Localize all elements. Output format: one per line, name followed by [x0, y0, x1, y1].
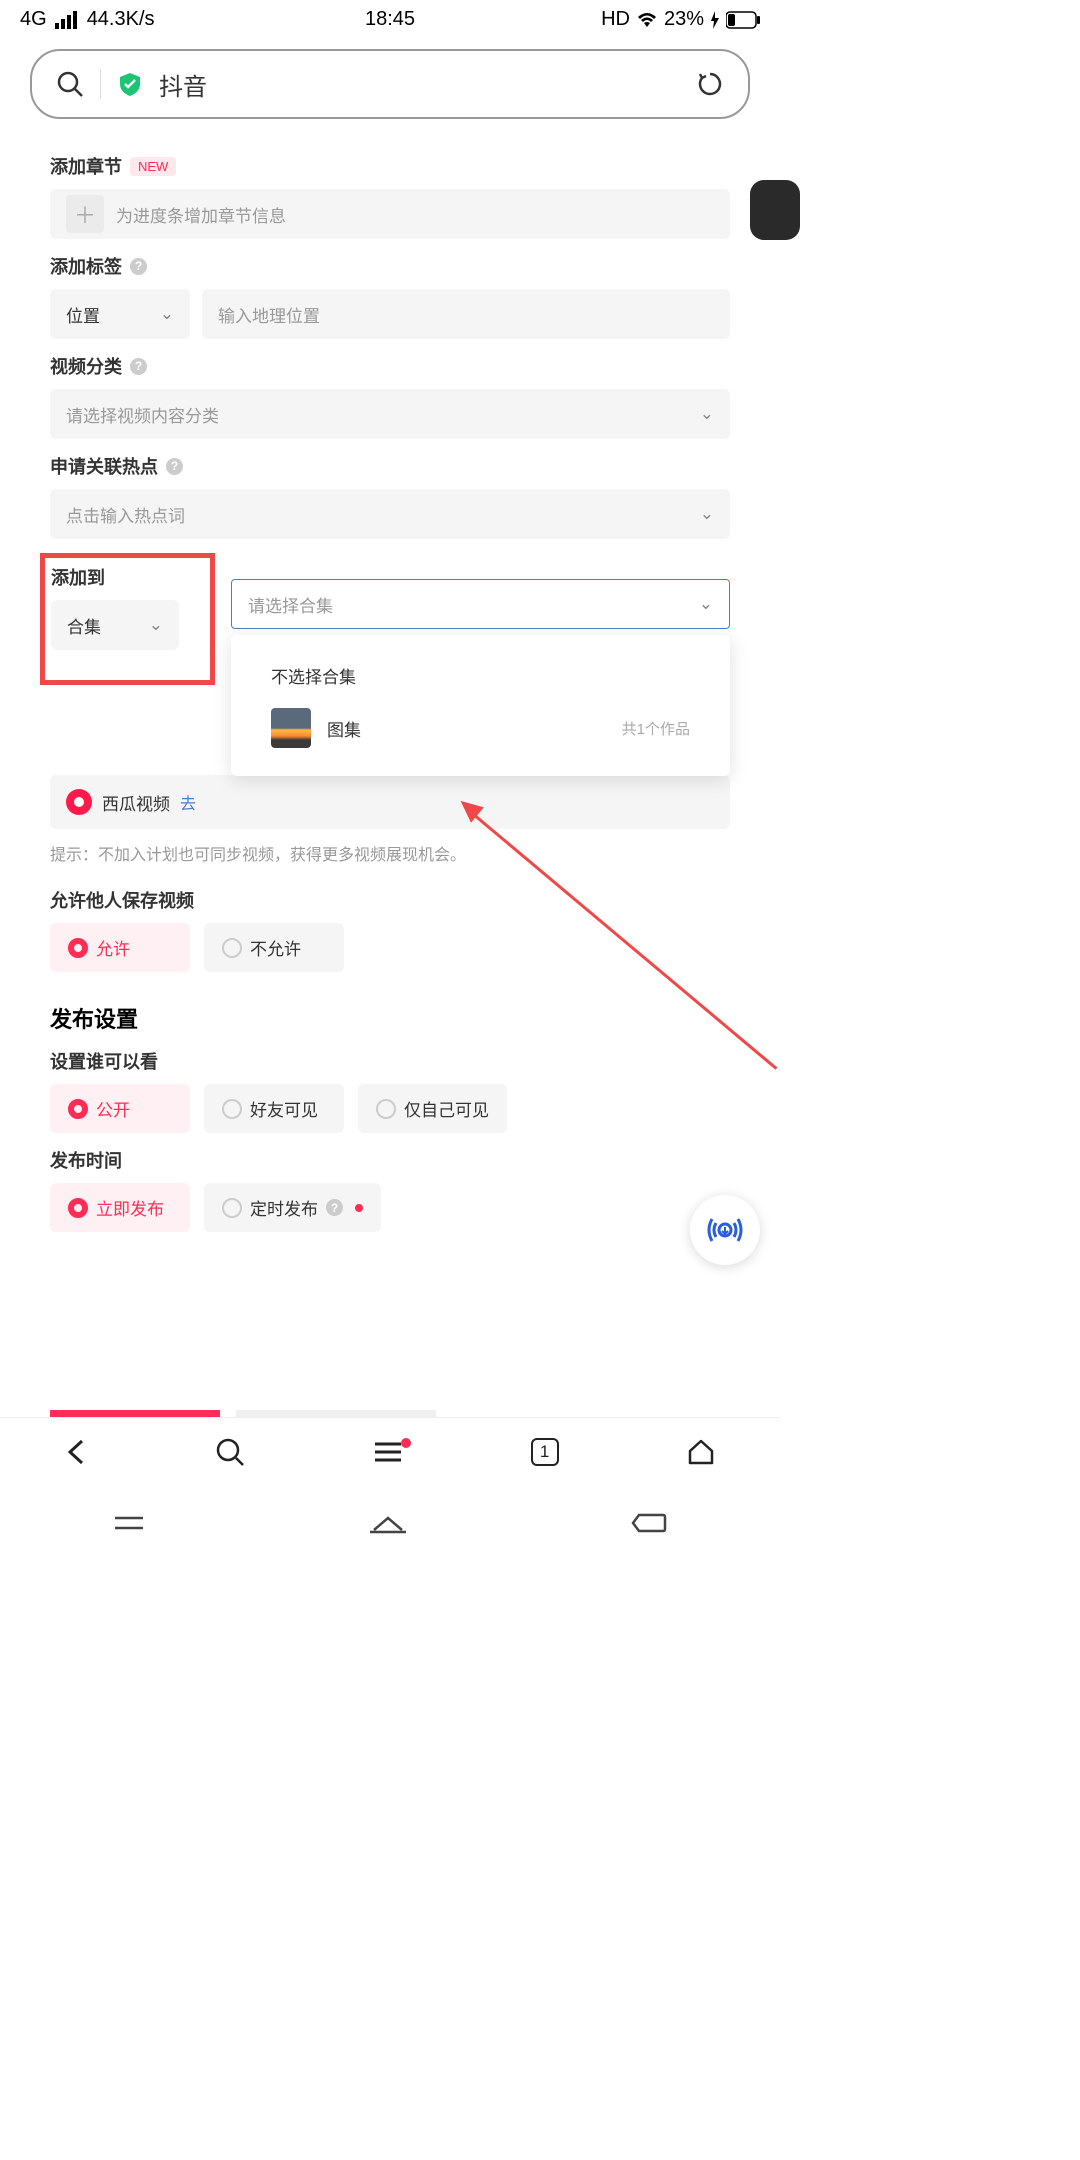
sync-box[interactable]: 西瓜视频 去	[50, 775, 730, 829]
xigua-icon	[66, 789, 92, 815]
option-none[interactable]: 不选择合集	[231, 653, 730, 698]
search-text: 抖音	[159, 67, 680, 102]
help-icon[interactable]: ?	[166, 458, 183, 475]
dot-indicator	[355, 1204, 363, 1212]
collection-select[interactable]: 请选择合集 ⌄	[231, 579, 730, 629]
location-input[interactable]: 输入地理位置	[202, 289, 730, 339]
category-select[interactable]: 请选择视频内容分类 ⌄	[50, 389, 730, 439]
back-button[interactable]	[64, 1437, 88, 1467]
refresh-icon[interactable]	[696, 70, 724, 98]
float-button[interactable]	[690, 1195, 760, 1265]
network-label: 4G	[20, 8, 47, 31]
chevron-down-icon: ⌄	[700, 504, 714, 524]
album-thumbnail	[271, 708, 311, 748]
category-label: 视频分类 ?	[50, 353, 730, 379]
chevron-down-icon: ⌄	[160, 304, 174, 324]
album-count: 共1个作品	[622, 718, 690, 739]
chevron-down-icon: ⌄	[700, 404, 714, 424]
save-label: 允许他人保存视频	[50, 887, 730, 913]
save-deny[interactable]: 不允许	[204, 923, 344, 972]
lightning-icon	[710, 11, 720, 29]
timing-now[interactable]: 立即发布	[50, 1183, 190, 1232]
save-allow[interactable]: 允许	[50, 923, 190, 972]
collection-dropdown-menu: 不选择合集 图集 共1个作品	[231, 635, 730, 776]
radio-icon	[68, 938, 88, 958]
vis-friends[interactable]: 好友可见	[204, 1084, 344, 1133]
addto-label: 添加到	[51, 564, 204, 590]
chevron-down-icon: ⌄	[149, 615, 163, 635]
help-icon[interactable]: ?	[130, 258, 147, 275]
addto-dropdown[interactable]: 合集 ⌄	[51, 600, 179, 650]
menu-button[interactable]	[373, 1440, 403, 1464]
radio-icon	[68, 1099, 88, 1119]
vis-private[interactable]: 仅自己可见	[358, 1084, 507, 1133]
time-label: 18:45	[365, 8, 415, 31]
radio-icon	[222, 1099, 242, 1119]
hotspot-input[interactable]: 点击输入热点词 ⌄	[50, 489, 730, 539]
signal-icon	[55, 11, 79, 29]
notification-dot	[401, 1438, 411, 1448]
sync-hint: 提示：不加入计划也可同步视频，获得更多视频展现机会。	[50, 841, 730, 865]
radio-icon	[222, 1198, 242, 1218]
location-dropdown[interactable]: 位置 ⌄	[50, 289, 190, 339]
wifi-icon	[636, 11, 658, 29]
chapter-input[interactable]: ＋ 为进度条增加章节信息	[50, 189, 730, 239]
chevron-down-icon: ⌄	[699, 594, 713, 614]
new-badge: NEW	[130, 157, 176, 176]
radio-icon	[222, 938, 242, 958]
tabs-button[interactable]: 1	[531, 1438, 559, 1466]
timing-scheduled[interactable]: 定时发布 ?	[204, 1183, 381, 1232]
option-album[interactable]: 图集 共1个作品	[231, 698, 730, 758]
hd-label: HD	[601, 8, 630, 31]
back-button[interactable]	[629, 1511, 669, 1535]
search-button[interactable]	[215, 1437, 245, 1467]
battery-icon	[726, 11, 760, 29]
hotspot-label: 申请关联热点 ?	[50, 453, 730, 479]
search-icon	[56, 70, 84, 98]
tags-label: 添加标签 ?	[50, 253, 730, 279]
status-bar: 4G 44.3K/s 18:45 HD 23%	[0, 0, 780, 39]
shield-check-icon	[117, 71, 143, 97]
radio-icon	[376, 1099, 396, 1119]
chapter-label: 添加章节 NEW	[50, 153, 730, 179]
radio-icon	[68, 1198, 88, 1218]
speed-label: 44.3K/s	[87, 8, 155, 31]
visibility-label: 设置谁可以看	[50, 1048, 730, 1074]
divider	[100, 69, 101, 99]
highlight-annotation: 添加到 合集 ⌄	[40, 553, 215, 685]
system-nav	[0, 1485, 780, 1560]
help-icon[interactable]: ?	[130, 358, 147, 375]
home-button[interactable]	[368, 1510, 408, 1536]
battery-label: 23%	[664, 8, 704, 31]
home-button[interactable]	[686, 1437, 716, 1467]
help-icon[interactable]: ?	[326, 1199, 343, 1216]
publish-heading: 发布设置	[50, 1002, 730, 1034]
vis-public[interactable]: 公开	[50, 1084, 190, 1133]
browser-nav: 1	[0, 1417, 780, 1485]
timing-label: 发布时间	[50, 1147, 730, 1173]
broadcast-icon	[704, 1209, 746, 1251]
recent-apps-button[interactable]	[111, 1512, 147, 1534]
search-bar[interactable]: 抖音	[30, 49, 750, 119]
plus-icon: ＋	[66, 195, 104, 233]
